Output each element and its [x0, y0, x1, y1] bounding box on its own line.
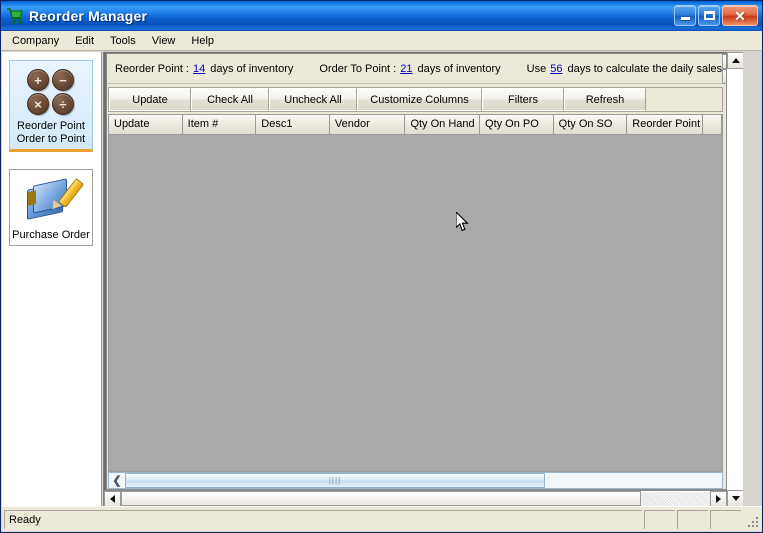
criteria-label: Order To Point : — [319, 62, 397, 75]
sales-average-days-value-link[interactable]: 56 — [550, 63, 562, 75]
grid-body[interactable] — [108, 135, 723, 472]
criteria-suffix: days of inventory — [417, 62, 501, 75]
minimize-icon — [680, 17, 690, 20]
sidebar-item-label: Purchase Order — [12, 229, 90, 241]
reorder-point-child-window: Reorder Point : 14 days of inventory Ord… — [106, 53, 740, 490]
check-all-button[interactable]: Check All — [191, 88, 269, 111]
criteria-order-to-point: Order To Point : 21 days of inventory — [319, 63, 500, 75]
mdi-vertical-scrollbar[interactable] — [726, 52, 743, 507]
chevron-left-icon: ❮ — [112, 475, 122, 487]
criteria-bar: Reorder Point : 14 days of inventory Ord… — [107, 54, 723, 84]
menu-item-company[interactable]: Company — [4, 33, 67, 49]
column-header-reorder-point[interactable]: Reorder Point — [627, 115, 703, 134]
menu-item-tools[interactable]: Tools — [102, 33, 144, 49]
grid-horizontal-scrollbar[interactable]: ❮ |||| — [108, 472, 723, 489]
mdi-horizontal-scrollbar[interactable] — [104, 490, 727, 507]
divide-key-icon: ÷ — [52, 93, 74, 115]
menu-item-help[interactable]: Help — [183, 33, 222, 49]
column-header-qty-on-po[interactable]: Qty On PO — [480, 115, 554, 134]
minus-key-icon: − — [52, 69, 74, 91]
column-header-item-number[interactable]: Item # — [182, 115, 257, 134]
chevron-left-icon — [110, 495, 115, 503]
close-button[interactable]: ✕ — [722, 5, 758, 26]
column-header-desc1[interactable]: Desc1 — [256, 115, 330, 134]
column-header-update[interactable]: Update — [109, 115, 183, 134]
reorder-manager-window: Reorder Manager ✕ Company Edit Tools Vie… — [0, 0, 763, 533]
mdi-scroll-right-button[interactable] — [710, 490, 727, 507]
column-header-qty-on-so[interactable]: Qty On SO — [553, 115, 628, 134]
close-icon: ✕ — [734, 7, 746, 24]
maximize-icon — [703, 11, 715, 20]
resize-grip-icon[interactable] — [744, 510, 760, 529]
order-to-point-value-link[interactable]: 21 — [400, 63, 412, 75]
chevron-right-icon — [716, 495, 721, 503]
sidebar-item-label: Reorder Point Order to Point — [16, 120, 86, 145]
minimize-button[interactable] — [674, 5, 696, 26]
mdi-client-area: Reorder Point : 14 days of inventory Ord… — [103, 52, 743, 507]
sidebar-item-purchase-order[interactable]: Purchase Order — [9, 169, 93, 246]
column-header-qty-on-hand[interactable]: Qty On Hand — [405, 115, 481, 134]
menu-bar: Company Edit Tools View Help — [1, 31, 762, 51]
criteria-suffix: days to calculate the daily sales ave — [567, 62, 723, 75]
multiply-key-icon: × — [27, 93, 49, 115]
shopping-cart-icon — [5, 6, 25, 26]
status-panel-3 — [710, 509, 741, 529]
reorder-point-value-link[interactable]: 14 — [193, 63, 205, 75]
criteria-suffix: days of inventory — [210, 62, 294, 75]
grid-scroll-track[interactable]: |||| — [125, 473, 722, 488]
refresh-button[interactable]: Refresh — [564, 88, 646, 111]
mdi-scroll-left-button[interactable] — [104, 490, 121, 507]
customize-columns-button[interactable]: Customize Columns — [357, 88, 482, 111]
filters-button[interactable]: Filters — [482, 88, 564, 111]
grid-header-row: Update Item # Desc1 Vendor Qty On Hand Q… — [108, 114, 723, 135]
criteria-sales-average-days: Use 56 days to calculate the daily sales… — [527, 63, 723, 75]
status-panel-1 — [644, 509, 675, 529]
grid-scroll-thumb[interactable]: |||| — [125, 473, 545, 488]
status-bar: Ready — [2, 506, 762, 531]
mdi-hscroll-thumb[interactable] — [121, 490, 641, 506]
update-button[interactable]: Update — [109, 88, 191, 111]
criteria-label: Reorder Point : — [115, 62, 189, 75]
uncheck-all-button[interactable]: Uncheck All — [269, 88, 357, 111]
status-message: Ready — [4, 509, 642, 529]
column-header-vendor[interactable]: Vendor — [329, 115, 406, 134]
mdi-scroll-up-button[interactable] — [727, 52, 743, 69]
menu-item-edit[interactable]: Edit — [67, 33, 102, 49]
grid-scroll-left-button[interactable]: ❮ — [109, 473, 125, 488]
plus-key-icon: + — [27, 69, 49, 91]
status-panel-2 — [677, 509, 708, 529]
mdi-hscroll-track[interactable] — [121, 490, 641, 507]
calculator-icon: + − × ÷ — [25, 68, 77, 116]
mdi-scroll-down-button[interactable] — [727, 490, 743, 507]
action-toolbar: Update Check All Uncheck All Customize C… — [108, 87, 723, 112]
criteria-label: Use — [526, 62, 547, 75]
grip-icon: |||| — [328, 476, 342, 485]
chevron-down-icon — [731, 496, 740, 501]
maximize-button[interactable] — [698, 5, 720, 26]
title-bar[interactable]: Reorder Manager ✕ — [1, 1, 762, 31]
notepad-pencil-icon — [25, 177, 85, 225]
chevron-up-icon — [731, 58, 740, 63]
menu-item-view[interactable]: View — [144, 33, 184, 49]
column-header-partial[interactable] — [702, 115, 722, 134]
sidebar-item-reorder-point[interactable]: + − × ÷ Reorder Point Order to Point — [9, 60, 93, 152]
window-controls: ✕ — [674, 5, 758, 26]
criteria-reorder-point: Reorder Point : 14 days of inventory — [115, 63, 293, 75]
window-title: Reorder Manager — [29, 8, 148, 24]
sidebar: + − × ÷ Reorder Point Order to Point Pur… — [2, 52, 102, 507]
